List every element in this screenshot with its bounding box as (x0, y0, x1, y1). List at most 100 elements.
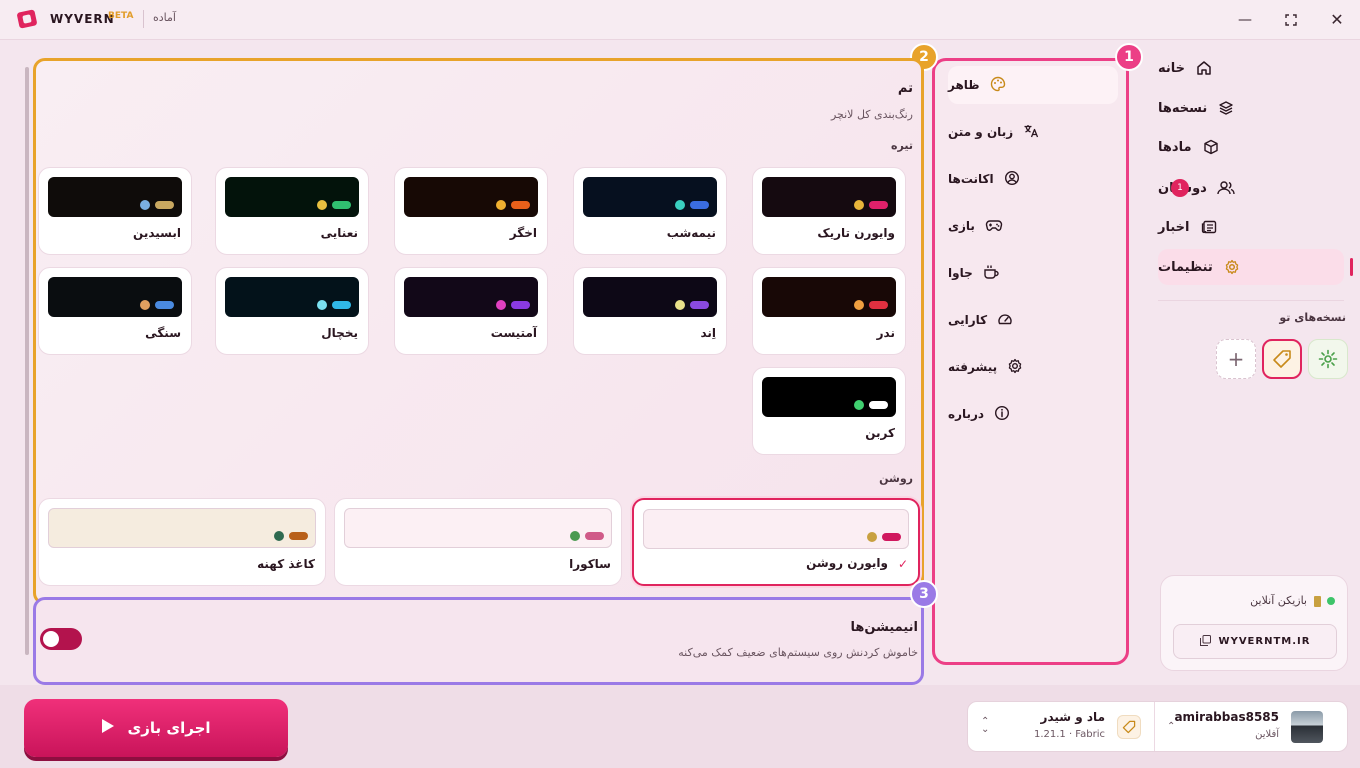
submenu-advanced[interactable]: پیشرفته (948, 348, 1118, 386)
instance-tile-2[interactable] (1262, 339, 1302, 379)
submenu-java[interactable]: جاوا (948, 254, 1118, 292)
theme-name: وایورن روشن (806, 556, 888, 570)
nav-settings-label: تنظیمات (1158, 259, 1213, 275)
theme-card[interactable]: وایورن روشن ✓ (632, 498, 920, 586)
submenu-language[interactable]: زبان و متن (948, 113, 1118, 151)
theme-accent-swatch (869, 201, 888, 209)
minimize-icon[interactable]: — (1234, 9, 1256, 31)
maximize-icon[interactable] (1280, 9, 1302, 31)
instance-tile-1[interactable] (1308, 339, 1348, 379)
submenu-advanced-label: پیشرفته (948, 360, 998, 374)
theme-card[interactable]: اخگر (394, 167, 548, 255)
sprout-icon (1318, 349, 1338, 369)
brand-name: WYVERN (50, 12, 115, 26)
theme-preview (48, 277, 182, 317)
nav-mods[interactable]: مادها (1158, 129, 1344, 165)
submenu-performance[interactable]: کارایی (948, 301, 1118, 339)
theme-accent-swatch (690, 201, 709, 209)
theme-name: وایورن تاریک (817, 226, 895, 240)
animations-toggle[interactable] (40, 628, 82, 650)
theme-preview (404, 177, 538, 217)
layers-icon (1217, 99, 1235, 117)
box-icon (1202, 138, 1220, 156)
theme-card[interactable]: وایورن تاریک (752, 167, 906, 255)
title-divider (143, 10, 144, 28)
theme-card[interactable]: نیمه‌شب (573, 167, 727, 255)
beta-badge: BETA (108, 11, 134, 21)
theme-panel: تم رنگ‌بندی کل لانچر تیره وایورن تاریک نی… (33, 58, 924, 605)
online-players-label: بازیکن آنلاین (1250, 594, 1307, 607)
theme-name: کربن (865, 426, 895, 440)
theme-card[interactable]: سنگی (38, 267, 192, 355)
dark-section-label: تیره (891, 139, 913, 152)
theme-secondary-swatch (675, 200, 685, 210)
submenu-about[interactable]: درباره (948, 395, 1118, 433)
nav-settings[interactable]: تنظیمات (1158, 249, 1344, 285)
nav-divider (1158, 300, 1344, 301)
theme-name: یخچال (321, 326, 358, 340)
news-icon (1200, 218, 1218, 236)
marker-3: 3 (910, 580, 938, 608)
theme-secondary-swatch (496, 300, 506, 310)
nav-home[interactable]: خانه (1158, 50, 1344, 86)
theme-preview (48, 177, 182, 217)
theme-card[interactable]: کاغذ کهنه (38, 498, 326, 586)
active-indicator (1350, 258, 1353, 276)
submenu-performance-label: کارایی (948, 313, 988, 327)
account-switch-icon[interactable]: ⌃ (1167, 721, 1175, 732)
light-section-label: روشن (879, 472, 913, 485)
theme-card[interactable]: ساکورا (334, 498, 622, 586)
nav-news[interactable]: اخبار (1158, 209, 1344, 245)
modpack-name: ماد و شیدر (1040, 710, 1105, 724)
online-dot (1327, 597, 1335, 605)
theme-preview (583, 277, 717, 317)
nav-mods-label: مادها (1158, 139, 1192, 155)
modpack-version: 1.21.1 · Fabric (1033, 729, 1105, 740)
submenu-appearance-label: ظاهر (948, 78, 980, 92)
theme-name: نعنایی (320, 226, 358, 240)
animations-subtitle: خاموش کردنش روی سیستم‌های ضعیف کمک می‌کن… (678, 646, 918, 659)
theme-name: آمتیست (490, 326, 537, 340)
palette-icon (990, 76, 1006, 95)
theme-name: نیمه‌شب (666, 226, 716, 240)
theme-accent-swatch (332, 301, 351, 309)
theme-card[interactable]: کربن (752, 367, 906, 455)
coffee-icon (983, 264, 999, 283)
submenu-accounts-label: اکانت‌ها (948, 172, 994, 186)
add-instance-button[interactable]: + (1216, 339, 1256, 379)
submenu-language-label: زبان و متن (948, 125, 1014, 139)
submenu-java-label: جاوا (948, 266, 973, 280)
theme-card[interactable]: ابسیدین (38, 167, 192, 255)
theme-preview (583, 177, 717, 217)
launch-selector: amirabbas8585 آفلاین ⌃ ماد و شیدر 1.21.1… (967, 701, 1348, 752)
info-icon (994, 405, 1010, 424)
theme-card[interactable]: نعنایی (215, 167, 369, 255)
close-icon[interactable]: ✕ (1326, 9, 1348, 31)
theme-name: اخگر (509, 226, 537, 240)
theme-accent-swatch (882, 533, 901, 541)
play-icon (101, 718, 115, 738)
theme-card[interactable]: آمتیست (394, 267, 548, 355)
play-button[interactable]: اجرای بازی (24, 699, 288, 757)
theme-card[interactable]: یخچال (215, 267, 369, 355)
submenu-accounts[interactable]: اکانت‌ها (948, 160, 1118, 198)
scrollbar[interactable] (25, 67, 29, 655)
submenu-appearance[interactable]: ظاهر (948, 66, 1118, 104)
nav-versions[interactable]: نسخه‌ها (1158, 90, 1344, 126)
theme-card[interactable]: ندر (752, 267, 906, 355)
theme-accent-swatch (869, 301, 888, 309)
submenu-game[interactable]: بازی (948, 207, 1118, 245)
theme-accent-swatch (332, 201, 351, 209)
animations-title: انیمیشن‌ها (850, 620, 919, 635)
gear-icon (1223, 258, 1241, 276)
theme-preview (404, 277, 538, 317)
gamepad-icon (985, 217, 1003, 236)
theme-secondary-swatch (570, 531, 580, 541)
server-address-button[interactable]: WYVERNTM.IR (1173, 624, 1337, 659)
tag-icon (1273, 350, 1291, 368)
theme-secondary-swatch (854, 200, 864, 210)
instance-switch-icon[interactable]: ⌃ ⌄ (981, 717, 989, 735)
theme-secondary-swatch (140, 300, 150, 310)
theme-card[interactable]: اِند (573, 267, 727, 355)
nav-news-label: اخبار (1158, 219, 1190, 235)
